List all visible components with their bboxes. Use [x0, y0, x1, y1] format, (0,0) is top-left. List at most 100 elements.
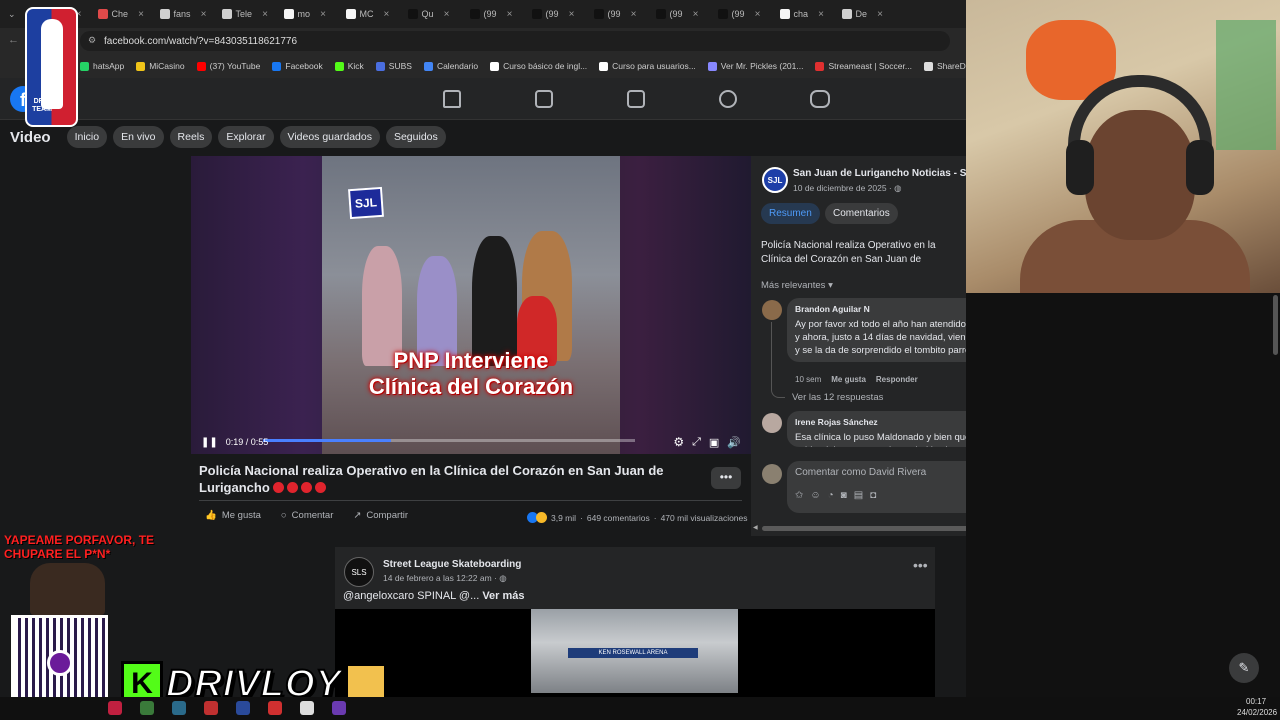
page-scrollbar[interactable] [1273, 295, 1278, 355]
post-more-button[interactable]: ••• [711, 467, 741, 489]
post-text: @angeloxcaro SPINAL @... Ver más [343, 590, 525, 602]
comment-reply-button[interactable]: Responder [876, 375, 918, 384]
nav-en-vivo[interactable]: En vivo [113, 126, 164, 148]
tab-close-icon[interactable]: × [818, 9, 824, 20]
tab-comentarios[interactable]: Comentarios [825, 203, 898, 224]
browser-tab[interactable]: cha × [774, 3, 836, 25]
tab-close-icon[interactable]: × [507, 9, 513, 20]
gif-icon[interactable]: ▤ [854, 490, 863, 501]
marketplace-icon[interactable] [627, 90, 645, 108]
sticker-icon[interactable]: ◘ [870, 490, 876, 501]
new-message-button[interactable]: ✎ [1229, 653, 1259, 683]
avatar[interactable] [762, 413, 782, 433]
taskbar-app-icon[interactable] [300, 701, 314, 715]
share-button[interactable]: ↗ Compartir [353, 510, 408, 521]
taskbar-app-icon[interactable] [236, 701, 250, 715]
bookmark-label: MiCasino [149, 61, 185, 71]
emoji-icon[interactable]: ☺ [810, 490, 820, 501]
browser-tab[interactable]: (99 × [712, 3, 774, 25]
tab-close-icon[interactable]: × [262, 9, 268, 20]
bookmark-item[interactable]: Streameast | Soccer... [815, 61, 912, 71]
settings-gear-icon[interactable]: ⚙ [673, 435, 684, 449]
bookmark-item[interactable]: Calendario [423, 61, 478, 71]
browser-tab[interactable]: (99 × [464, 3, 526, 25]
tab-close-icon[interactable]: × [755, 9, 761, 20]
browser-tab[interactable]: (99 × [588, 3, 650, 25]
groups-icon[interactable] [719, 90, 737, 108]
tab-close-icon[interactable]: × [201, 9, 207, 20]
sort-dropdown[interactable]: Más relevantes ▾ [761, 280, 833, 291]
see-more-link[interactable]: Ver más [482, 590, 524, 602]
nav-inicio[interactable]: Inicio [66, 126, 108, 148]
bookmark-item[interactable]: hatsApp [80, 61, 124, 71]
post-author[interactable]: Street League Skateboarding [383, 559, 521, 570]
browser-tab[interactable]: fans × [154, 3, 216, 25]
browser-tab[interactable]: Qu × [402, 3, 464, 25]
comment-meta: 10 sem Me gusta Responder [795, 375, 918, 384]
back-arrow-icon[interactable]: ← [8, 34, 19, 46]
comment-like-button[interactable]: Me gusta [831, 375, 866, 384]
volume-icon[interactable]: 🔊 [727, 436, 741, 449]
nav-seguidos[interactable]: Seguidos [385, 126, 446, 148]
taskbar-app-icon[interactable] [140, 701, 154, 715]
comment-count[interactable]: 649 comentarios [587, 513, 650, 523]
browser-tab[interactable]: MC × [340, 3, 402, 25]
page-name[interactable]: San Juan de Lurigancho Noticias - SJL [793, 168, 978, 179]
comment-button[interactable]: ○ Comentar [281, 510, 333, 521]
taskbar-app-icon[interactable] [172, 701, 186, 715]
bookmark-item[interactable]: Ver Mr. Pickles (201... [707, 61, 803, 71]
avatar-sticker-icon[interactable]: ✩ [795, 490, 803, 501]
post-avatar[interactable]: SLS [344, 557, 374, 587]
tab-close-icon[interactable]: × [631, 9, 637, 20]
browser-tab[interactable]: Tele × [216, 3, 278, 25]
tab-search-chevron-icon[interactable]: ⌄ [8, 9, 16, 20]
browser-tab[interactable]: (99 × [650, 3, 712, 25]
reply-thread-line [771, 322, 785, 398]
home-icon[interactable] [443, 90, 461, 108]
browser-tab[interactable]: Che × [92, 3, 154, 25]
picture-in-picture-icon[interactable]: ▣ [709, 436, 719, 449]
nav-reels[interactable]: Reels [169, 126, 213, 148]
bookmark-item[interactable]: Curso para usuarios... [599, 61, 696, 71]
post-options-icon[interactable]: ••• [913, 557, 928, 573]
tab-close-icon[interactable]: × [877, 9, 883, 20]
avatar[interactable] [762, 300, 782, 320]
reaction-count[interactable]: 3,9 mil [551, 513, 576, 523]
nav-videos-guardados[interactable]: Videos guardados [279, 126, 380, 148]
nav-explorar[interactable]: Explorar [218, 126, 274, 148]
page-avatar[interactable]: SJL [762, 167, 788, 193]
tab-close-icon[interactable]: × [138, 9, 144, 20]
like-button[interactable]: 👍 Me gusta [205, 510, 261, 521]
pause-icon[interactable]: ❚❚ [201, 437, 218, 448]
tab-close-icon[interactable]: × [320, 9, 326, 20]
bookmark-item[interactable]: Kick [334, 61, 364, 71]
bookmark-item[interactable]: SUBS [375, 61, 412, 71]
browser-tab[interactable]: De × [836, 3, 898, 25]
bookmark-item[interactable]: Facebook [272, 61, 323, 71]
site-info-icon[interactable]: ⚙ [88, 35, 96, 46]
taskbar-app-icon[interactable] [204, 701, 218, 715]
browser-tab[interactable]: mo × [278, 3, 340, 25]
smiley-icon[interactable]: ◔ [828, 490, 834, 501]
fullscreen-icon[interactable]: ⤢ [692, 436, 701, 449]
bookmark-item[interactable]: (37) YouTube [196, 61, 260, 71]
tab-resumen[interactable]: Resumen [761, 203, 820, 224]
browser-tab[interactable]: (99 × [526, 3, 588, 25]
tab-close-icon[interactable]: × [444, 9, 450, 20]
tab-close-icon[interactable]: × [693, 9, 699, 20]
camera-icon[interactable]: ◙ [841, 490, 847, 501]
view-replies-link[interactable]: Ver las 12 respuestas [792, 392, 883, 403]
gaming-icon[interactable] [810, 90, 830, 108]
bookmark-item[interactable]: ShareDrop [923, 61, 970, 71]
scroll-left-arrow-icon[interactable]: ◀ [753, 524, 758, 531]
taskbar-app-icon[interactable] [108, 701, 122, 715]
tab-close-icon[interactable]: × [569, 9, 575, 20]
bookmark-item[interactable]: Curso básico de ingl... [490, 61, 587, 71]
tab-close-icon[interactable]: × [384, 9, 390, 20]
tab-label: mo [297, 9, 311, 19]
url-field[interactable]: ⚙ facebook.com/watch/?v=843035118621776 [80, 31, 950, 51]
taskbar-app-icon[interactable] [332, 701, 346, 715]
taskbar-app-icon[interactable] [268, 701, 282, 715]
watch-icon[interactable] [535, 90, 553, 108]
bookmark-item[interactable]: MiCasino [136, 61, 185, 71]
